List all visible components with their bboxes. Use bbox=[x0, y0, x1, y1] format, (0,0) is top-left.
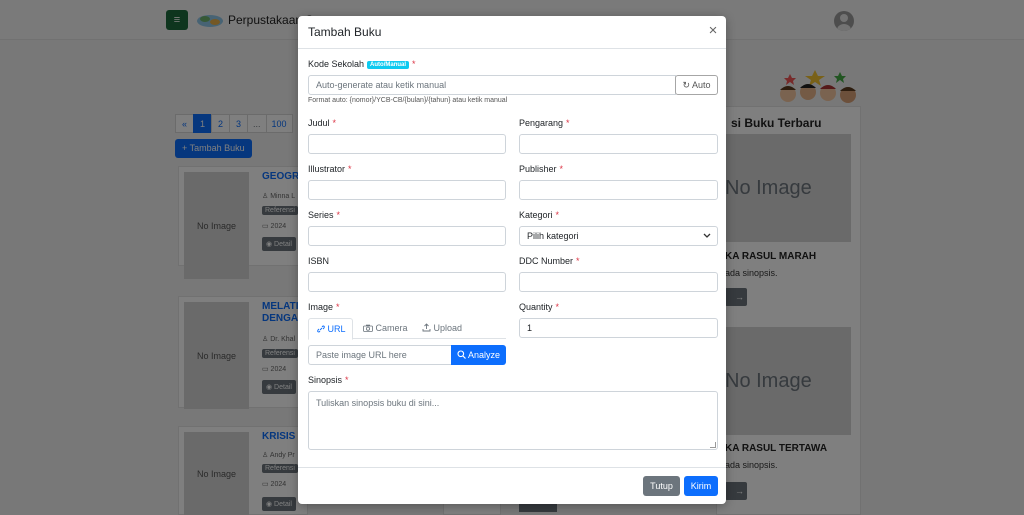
link-icon bbox=[317, 325, 325, 333]
submit-button[interactable]: Kirim bbox=[684, 476, 718, 496]
series-label: Series * bbox=[308, 210, 341, 220]
tab-url[interactable]: URL bbox=[308, 318, 353, 340]
sinopsis-textarea[interactable]: Tuliskan sinopsis buku di sini... bbox=[308, 391, 718, 450]
kategori-select[interactable]: Pilih kategori bbox=[519, 226, 718, 246]
auto-manual-tag: Auto/Manual bbox=[367, 61, 410, 69]
close-button[interactable]: Tutup bbox=[643, 476, 680, 496]
kode-sekolah-label: Kode Sekolah Auto/Manual * bbox=[308, 59, 416, 69]
image-label: Image * bbox=[308, 302, 340, 312]
quantity-label: Quantity * bbox=[519, 302, 560, 312]
illustrator-input[interactable] bbox=[308, 180, 506, 200]
series-input[interactable] bbox=[308, 226, 506, 246]
chevron-down-icon bbox=[703, 233, 711, 238]
ddc-input[interactable] bbox=[519, 272, 718, 292]
close-icon[interactable]: × bbox=[706, 23, 720, 38]
search-icon bbox=[457, 350, 466, 359]
kode-sekolah-input[interactable]: Auto-generate atau ketik manual bbox=[308, 75, 676, 95]
judul-label: Judul * bbox=[308, 118, 337, 128]
image-source-tabs: URL Camera Upload bbox=[308, 318, 506, 340]
pengarang-input[interactable] bbox=[519, 134, 718, 154]
auto-generate-button[interactable]: ↻ Auto bbox=[675, 75, 718, 95]
publisher-input[interactable] bbox=[519, 180, 718, 200]
tab-upload[interactable]: Upload bbox=[414, 318, 470, 339]
add-book-modal: Tambah Buku × Kode Sekolah Auto/Manual * A… bbox=[298, 16, 726, 504]
illustrator-label: Illustrator * bbox=[308, 164, 352, 174]
sinopsis-label: Sinopsis * bbox=[308, 375, 349, 385]
isbn-label: ISBN bbox=[308, 256, 330, 266]
kategori-label: Kategori * bbox=[519, 210, 560, 220]
modal-footer: Tutup Kirim bbox=[298, 467, 726, 504]
analyze-button[interactable]: Analyze bbox=[451, 345, 506, 365]
tab-camera[interactable]: Camera bbox=[355, 318, 416, 339]
isbn-input[interactable] bbox=[308, 272, 506, 292]
modal-title: Tambah Buku bbox=[308, 25, 382, 39]
resize-handle[interactable] bbox=[710, 442, 716, 448]
judul-input[interactable] bbox=[308, 134, 506, 154]
publisher-label: Publisher * bbox=[519, 164, 564, 174]
quantity-input[interactable]: 1 bbox=[519, 318, 718, 338]
image-url-input[interactable]: Paste image URL here bbox=[308, 345, 452, 365]
ddc-label: DDC Number * bbox=[519, 256, 580, 266]
pengarang-label: Pengarang * bbox=[519, 118, 570, 128]
kode-format-hint: Format auto: {nomor}/YCB-CB/{bulan}/{tah… bbox=[308, 97, 508, 104]
modal-header: Tambah Buku × bbox=[298, 16, 726, 49]
upload-icon bbox=[422, 323, 431, 332]
camera-icon bbox=[363, 324, 373, 332]
